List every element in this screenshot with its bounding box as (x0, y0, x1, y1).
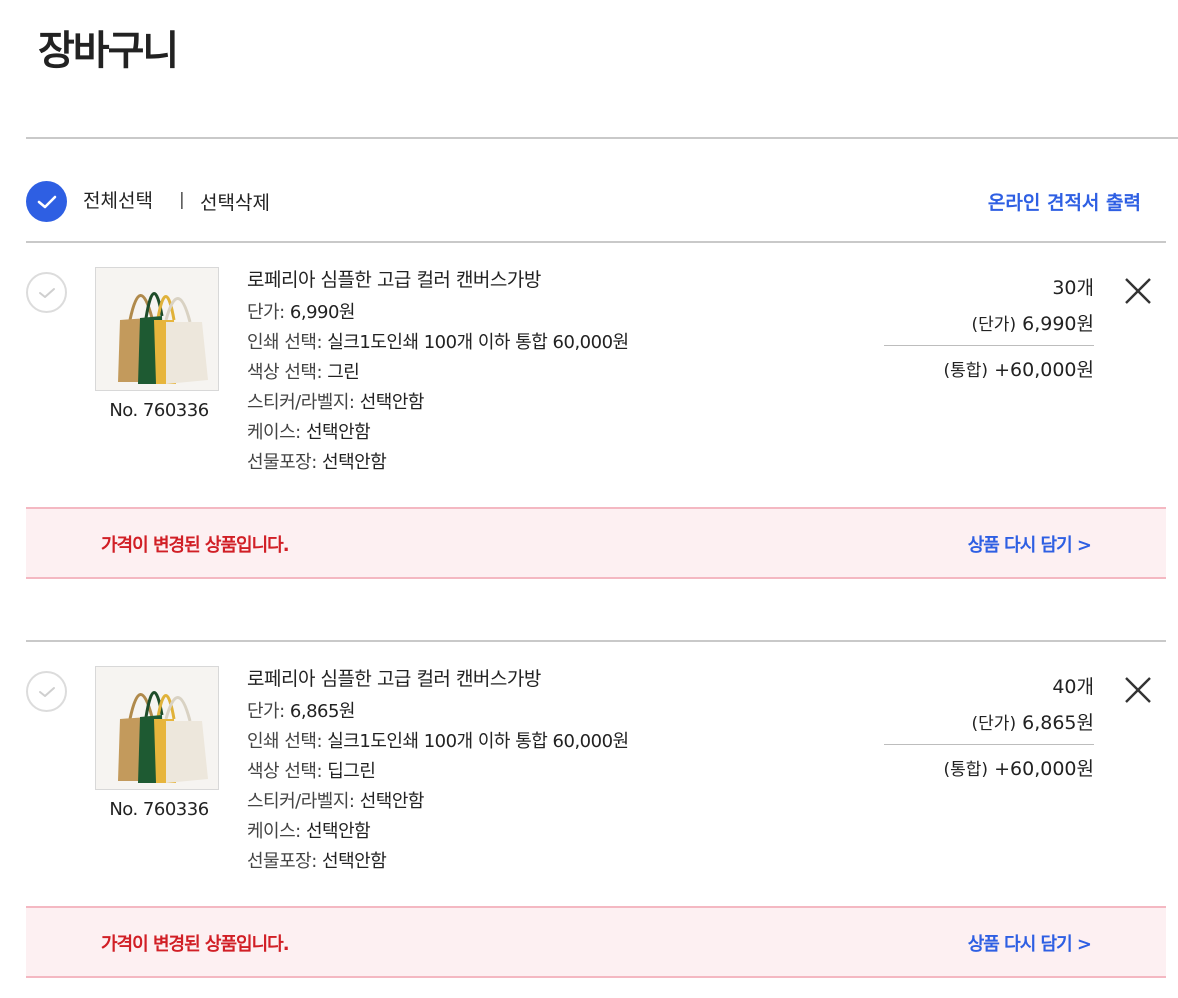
option-label: 인쇄 선택: (247, 332, 328, 353)
unit-price-tag: (단가) (971, 315, 1017, 335)
cart-item: No. 760336 로페리아 심플한 고급 컬러 캔버스가방 단가: 6,86… (26, 666, 1166, 998)
close-icon (1125, 677, 1151, 703)
option-line: 색상 선택: 그린 (247, 358, 629, 388)
select-bar: 전체선택 | 선택삭제 온라인 견적서 출력 (26, 178, 1166, 222)
check-icon (37, 195, 56, 208)
check-icon (38, 686, 55, 697)
print-quote-button[interactable]: 온라인 견적서 출력 (988, 188, 1141, 215)
option-value: 선택안함 (305, 821, 371, 842)
option-label: 단가: (247, 302, 290, 323)
remove-item-button[interactable] (1122, 275, 1154, 307)
bundle-price-tag: (통합) (943, 361, 989, 381)
quantity: 40개 (1052, 676, 1094, 698)
tote-bag-image (96, 667, 218, 789)
product-thumbnail[interactable] (95, 267, 219, 391)
option-value: 그린 (327, 362, 360, 383)
unit-price-tag: (단가) (971, 714, 1017, 734)
recart-button[interactable]: 상품 다시 담기 > (968, 930, 1092, 956)
unit-price: 6,865원 (1022, 712, 1094, 734)
option-line: 스티커/라벨지: 선택안함 (247, 388, 629, 418)
option-label: 스티커/라벨지: (247, 392, 360, 413)
notice-text: 가격이 변경된 상품입니다. (101, 535, 290, 556)
option-value: 선택안함 (359, 791, 425, 812)
price-changed-notice: 가격이 변경된 상품입니다. 상품 다시 담기 > (26, 507, 1166, 579)
bar-divider: | (179, 190, 185, 210)
item-checkbox[interactable] (26, 272, 67, 313)
option-line: 선물포장: 선택안함 (247, 448, 629, 478)
divider (26, 241, 1166, 243)
divider (26, 640, 1166, 642)
option-line: 인쇄 선택: 실크1도인쇄 100개 이하 통합 60,000원 (247, 727, 629, 757)
price-divider (884, 345, 1094, 346)
product-number: No. 760336 (109, 799, 209, 820)
option-line: 인쇄 선택: 실크1도인쇄 100개 이하 통합 60,000원 (247, 328, 629, 358)
option-label: 색상 선택: (247, 362, 328, 383)
divider (26, 137, 1178, 139)
delete-selected-button[interactable]: 선택삭제 (200, 188, 270, 215)
bundle-price-line: (통합) +60,000원 (944, 355, 1094, 382)
option-value: 실크1도인쇄 100개 이하 통합 60,000원 (327, 731, 629, 752)
price-divider (884, 744, 1094, 745)
product-thumbnail[interactable] (95, 666, 219, 790)
select-all-checkbox[interactable] (26, 181, 67, 222)
option-label: 선물포장: (247, 452, 323, 473)
product-info: 로페리아 심플한 고급 컬러 캔버스가방 단가: 6,865원 인쇄 선택: 실… (247, 666, 629, 877)
cart-item: No. 760336 로페리아 심플한 고급 컬러 캔버스가방 단가: 6,99… (26, 267, 1166, 607)
tote-bag-image (96, 268, 218, 390)
option-line: 케이스: 선택안함 (247, 817, 629, 847)
option-label: 단가: (247, 701, 290, 722)
option-value: 6,865원 (289, 701, 356, 722)
check-icon (38, 287, 55, 298)
option-line: 선물포장: 선택안함 (247, 847, 629, 877)
remove-item-button[interactable] (1122, 674, 1154, 706)
option-value: 선택안함 (322, 452, 387, 473)
option-value: 6,990원 (289, 302, 356, 323)
option-value: 선택안함 (322, 851, 387, 872)
bundle-price-tag: (통합) (943, 760, 989, 780)
option-value: 선택안함 (305, 422, 371, 443)
option-line: 단가: 6,990원 (247, 298, 629, 328)
unit-price-line: (단가) 6,865원 (972, 708, 1094, 735)
option-label: 선물포장: (247, 851, 323, 872)
bundle-price: +60,000원 (994, 359, 1094, 381)
unit-price: 6,990원 (1022, 313, 1094, 335)
option-label: 케이스: (247, 422, 306, 443)
option-line: 단가: 6,865원 (247, 697, 629, 727)
option-line: 케이스: 선택안함 (247, 418, 629, 448)
quantity: 30개 (1052, 277, 1094, 299)
item-checkbox[interactable] (26, 671, 67, 712)
bundle-price: +60,000원 (994, 758, 1094, 780)
close-icon (1125, 278, 1151, 304)
option-value: 선택안함 (359, 392, 425, 413)
bundle-price-line: (통합) +60,000원 (944, 754, 1094, 781)
notice-text: 가격이 변경된 상품입니다. (101, 934, 290, 955)
recart-button[interactable]: 상품 다시 담기 > (968, 531, 1092, 557)
option-label: 색상 선택: (247, 761, 328, 782)
option-label: 인쇄 선택: (247, 731, 328, 752)
product-number: No. 760336 (109, 400, 209, 421)
option-value: 딥그린 (327, 761, 376, 782)
option-label: 스티커/라벨지: (247, 791, 360, 812)
option-line: 스티커/라벨지: 선택안함 (247, 787, 629, 817)
unit-price-line: (단가) 6,990원 (972, 309, 1094, 336)
product-name[interactable]: 로페리아 심플한 고급 컬러 캔버스가방 (247, 267, 629, 298)
page-title: 장바구니 (38, 28, 179, 74)
product-info: 로페리아 심플한 고급 컬러 캔버스가방 단가: 6,990원 인쇄 선택: 실… (247, 267, 629, 478)
select-all-label[interactable]: 전체선택 (83, 186, 153, 213)
option-value: 실크1도인쇄 100개 이하 통합 60,000원 (327, 332, 629, 353)
option-label: 케이스: (247, 821, 306, 842)
option-line: 색상 선택: 딥그린 (247, 757, 629, 787)
price-changed-notice: 가격이 변경된 상품입니다. 상품 다시 담기 > (26, 906, 1166, 978)
product-name[interactable]: 로페리아 심플한 고급 컬러 캔버스가방 (247, 666, 629, 697)
